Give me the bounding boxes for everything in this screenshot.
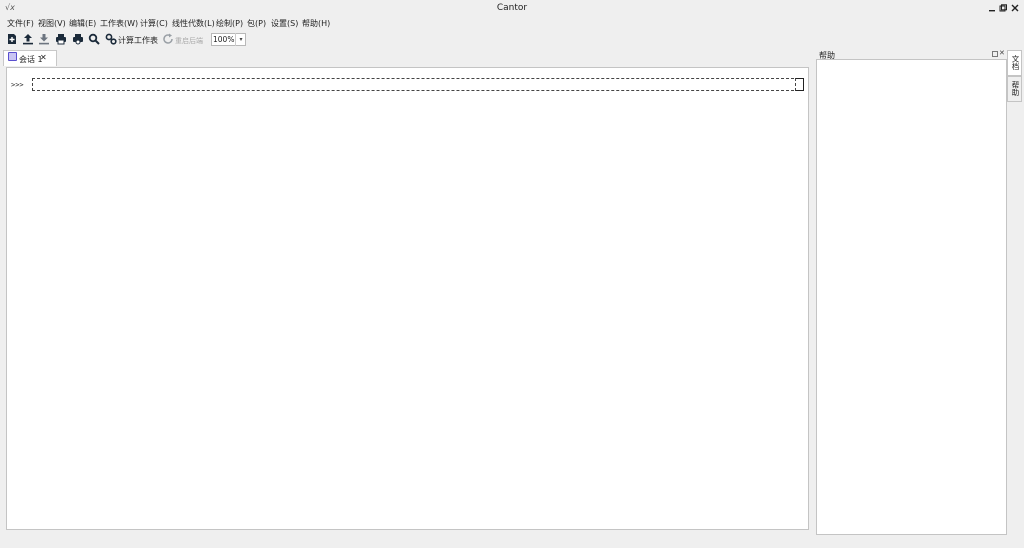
search-icon[interactable] — [88, 33, 100, 45]
close-window-button[interactable] — [1009, 2, 1021, 14]
menu-evaluate[interactable]: 计算(C) — [140, 18, 168, 29]
menu-settings[interactable]: 设置(S) — [271, 18, 298, 29]
vertical-tab-label: 文档 — [1011, 55, 1020, 70]
restore-icon — [999, 4, 1007, 12]
menu-package[interactable]: 包(P) — [247, 18, 266, 29]
vertical-tab-label: 帮助 — [1011, 81, 1020, 96]
menu-file[interactable]: 文件(F) — [7, 18, 34, 29]
restart-backend-button[interactable]: 重启后端 — [175, 36, 203, 46]
menu-worksheet[interactable]: 工作表(W) — [100, 18, 138, 29]
entry-cursor — [795, 78, 804, 91]
chevron-down-icon[interactable]: ▾ — [235, 33, 246, 46]
menu-edit[interactable]: 编辑(E) — [69, 18, 96, 29]
zoom-value: 100% — [213, 35, 235, 44]
restart-icon[interactable] — [162, 33, 174, 45]
print-preview-icon[interactable] — [72, 33, 84, 45]
help-panel-body — [816, 59, 1007, 535]
menu-help[interactable]: 帮助(H) — [302, 18, 330, 29]
session-icon — [8, 52, 17, 61]
toolbar: 计算工作表 重启后端 — [0, 30, 1024, 49]
restore-button[interactable] — [997, 2, 1009, 14]
print-icon[interactable] — [55, 33, 67, 45]
tab-close-icon[interactable]: ✕ — [40, 53, 47, 62]
new-icon[interactable] — [6, 33, 18, 45]
minimize-icon — [989, 10, 995, 12]
worksheet-area[interactable] — [6, 67, 809, 530]
command-prompt: >>> — [11, 81, 24, 89]
upload-icon[interactable] — [22, 33, 34, 45]
menu-linear-algebra[interactable]: 线性代数(L) — [172, 18, 215, 29]
evaluate-worksheet-button[interactable]: 计算工作表 — [118, 35, 158, 46]
vertical-tab-help[interactable]: 帮助 — [1007, 76, 1022, 102]
menu-bar: 文件(F) 视图(V) 编辑(E) 工作表(W) 计算(C) 线性代数(L) 绘… — [0, 16, 1024, 30]
menu-plot[interactable]: 绘制(P) — [216, 18, 243, 29]
download-icon[interactable] — [38, 33, 50, 45]
evaluate-icon[interactable] — [105, 33, 117, 45]
close-icon — [1011, 4, 1019, 12]
vertical-tab-documentation[interactable]: 文档 — [1007, 50, 1022, 76]
window-title: Cantor — [496, 3, 528, 13]
panel-close-icon[interactable]: ✕ — [999, 49, 1005, 57]
command-entry-field[interactable] — [32, 78, 804, 91]
float-icon[interactable] — [992, 51, 998, 57]
menu-view[interactable]: 视图(V) — [38, 18, 66, 29]
